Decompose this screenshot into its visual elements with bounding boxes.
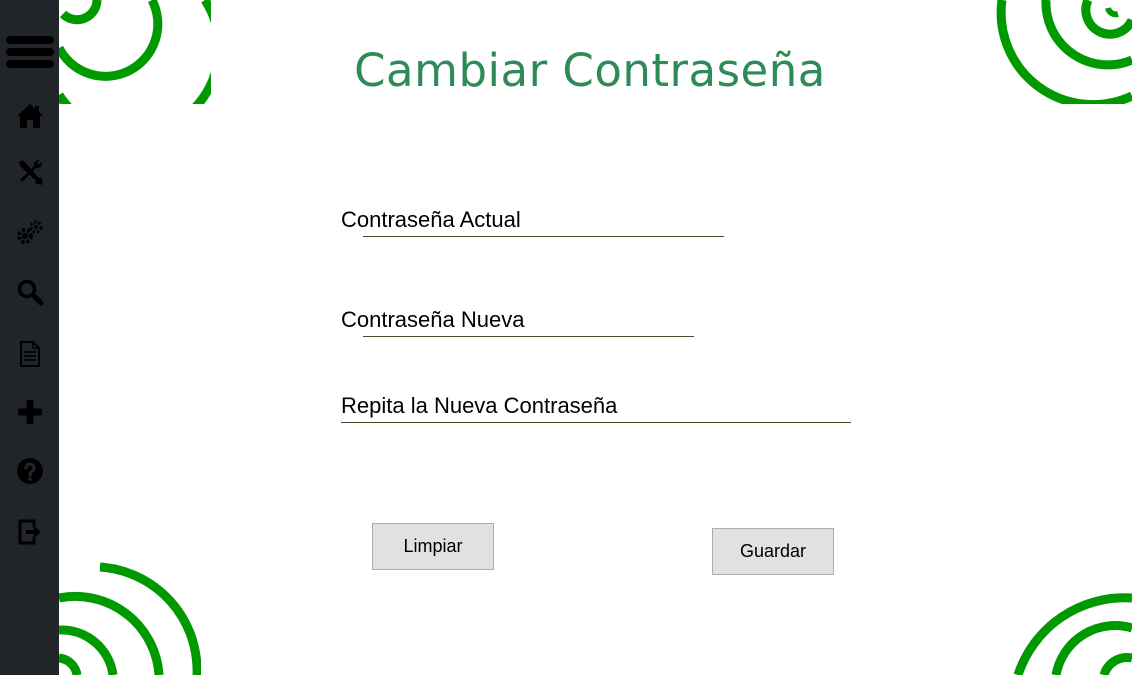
sidebar-item-help[interactable] [0,449,59,493]
home-icon [16,104,43,128]
sidebar-item-tools[interactable] [0,150,59,194]
clear-button[interactable]: Limpiar [372,523,494,570]
menu-button[interactable] [0,30,59,74]
sidebar-item-logout[interactable] [0,510,59,554]
help-icon [16,458,43,484]
spiral-decoration-bottom-right [1014,593,1132,675]
menu-icon [5,36,54,68]
new-password-field[interactable] [363,316,694,337]
repeat-password-field[interactable] [341,402,851,423]
page-title: Cambiar Contraseña [354,44,826,97]
spiral-decoration-top-left [59,0,211,104]
sidebar-item-home[interactable] [0,94,59,138]
sidebar-item-search[interactable] [0,270,59,314]
document-icon [19,341,40,367]
spiral-decoration-bottom-left [59,562,201,675]
sidebar-item-add[interactable] [0,390,59,434]
spiral-decoration-top-right [996,0,1132,104]
logout-icon [18,519,41,545]
save-button[interactable]: Guardar [712,528,834,575]
gears-icon [16,220,42,244]
tools-icon [18,159,43,185]
sidebar [0,0,59,675]
plus-icon [17,400,42,424]
sidebar-item-documents[interactable] [0,332,59,376]
current-password-field[interactable] [363,216,724,237]
sidebar-item-settings[interactable] [0,210,59,254]
search-icon [17,279,43,306]
